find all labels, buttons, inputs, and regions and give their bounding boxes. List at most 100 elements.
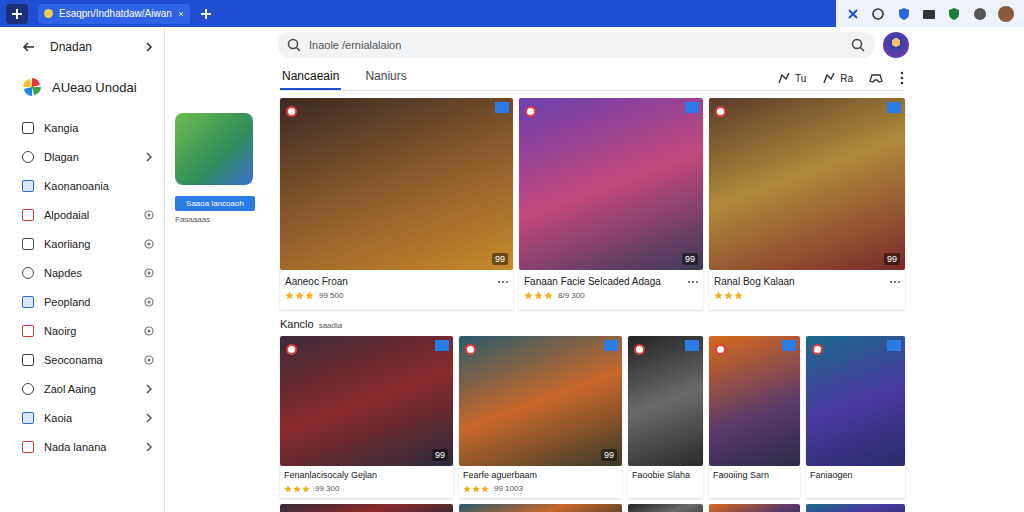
user-avatar-icon[interactable]	[883, 32, 909, 58]
star-icon	[724, 291, 733, 300]
pin-icon	[715, 344, 726, 355]
game-art: 99	[280, 98, 513, 270]
game-title: Ranal Bog Kalaan	[714, 276, 795, 287]
game-art	[709, 336, 800, 466]
plus-icon	[11, 8, 23, 20]
rating-text: 99 500	[319, 291, 343, 300]
game-title: Fanaan Facie Selcaded Adaga	[524, 276, 661, 287]
sidebar-item-label: Kangia	[44, 122, 134, 134]
controller-icon[interactable]	[869, 71, 883, 85]
star-icon	[284, 485, 292, 493]
star-icon	[293, 485, 301, 493]
game-card[interactable]: Faoobie Slaha	[628, 336, 703, 498]
account-icon[interactable]	[947, 7, 961, 21]
profile-icon[interactable]	[998, 6, 1014, 22]
browser-tab[interactable]: Esaqpn/Indhatdaw/Aiwan	[38, 4, 190, 24]
star-icon	[305, 291, 314, 300]
star-icon	[544, 291, 553, 300]
star-icon	[714, 291, 723, 300]
action-button[interactable]: Ra	[822, 71, 853, 85]
star-icon	[534, 291, 543, 300]
sidebar-item[interactable]: Nada lanana	[22, 432, 154, 461]
more-vertical-icon[interactable]	[899, 71, 905, 85]
section-subtitle: saadia	[319, 321, 343, 330]
search-icon[interactable]	[851, 38, 865, 52]
category-icon	[22, 325, 34, 337]
featured-app-image[interactable]	[175, 113, 253, 185]
menu-icon[interactable]	[973, 7, 987, 21]
shield-icon[interactable]	[897, 7, 911, 21]
sidebar-item-label: Naoirg	[44, 325, 134, 337]
featured-button[interactable]: Saaoa lancoaoh	[175, 196, 255, 211]
sidebar-item[interactable]: Seoconama	[22, 345, 154, 374]
game-art[interactable]	[280, 504, 453, 512]
tab[interactable]: Naniurs	[363, 66, 408, 90]
new-tab-icon[interactable]	[6, 4, 28, 24]
pin-icon	[634, 344, 645, 355]
chevron-right-icon	[144, 383, 154, 395]
more-icon[interactable]	[688, 281, 698, 283]
game-card[interactable]: Faooiing Sarn	[709, 336, 800, 498]
category-icon	[22, 238, 34, 250]
game-card[interactable]: Faniaogen	[806, 336, 905, 498]
search-row: Inaole /ernialalaion	[277, 32, 905, 58]
flag-icon	[782, 340, 796, 351]
sidebar-item[interactable]: Zaol Aaing	[22, 374, 154, 403]
sidebar-item[interactable]: Kaonanoania	[22, 171, 154, 200]
action-icon	[822, 71, 836, 85]
game-card[interactable]: 99 Fanaan Facie Selcaded Adaga 8/9 300	[519, 98, 703, 310]
sidebar-item[interactable]: Naoirg	[22, 316, 154, 345]
game-title: Fearfe aguerbaam	[463, 470, 618, 480]
more-icon[interactable]	[890, 281, 900, 283]
game-art[interactable]	[628, 504, 703, 512]
circle-plus-icon	[144, 210, 154, 220]
pin-icon	[812, 344, 823, 355]
chevron-right-icon	[144, 151, 154, 163]
extension-icon[interactable]	[846, 7, 860, 21]
tabs-row: Nancaeain Naniurs Tu Ra	[280, 66, 905, 91]
game-art[interactable]	[709, 504, 800, 512]
search-field[interactable]: Inaole /ernialalaion	[277, 32, 875, 58]
more-icon[interactable]	[498, 281, 508, 283]
game-art[interactable]	[459, 504, 622, 512]
sidebar-item[interactable]: Kaoriiang	[22, 229, 154, 258]
add-tab-icon[interactable]	[200, 8, 212, 20]
sidebar-item-label: Kaonanoania	[44, 180, 134, 192]
featured-caption: Fasaaaas	[175, 215, 255, 224]
back-arrow-icon[interactable]	[22, 40, 36, 54]
sync-icon[interactable]	[871, 7, 885, 21]
circle-plus-icon	[144, 239, 154, 249]
sidebar-item[interactable]: Kaoia	[22, 403, 154, 432]
pinwheel-logo-icon	[22, 77, 42, 97]
close-icon[interactable]	[178, 9, 184, 19]
game-card[interactable]: 99Fearfe aguerbaam99 1003	[459, 336, 622, 498]
sidebar-item[interactable]: Kangia	[22, 113, 154, 142]
sidebar-item[interactable]: Dlagan	[22, 142, 154, 171]
action-button[interactable]: Tu	[777, 71, 806, 85]
category-icon	[22, 412, 34, 424]
game-card[interactable]: 99 Ranal Bog Kalaan	[709, 98, 905, 310]
category-icon	[22, 441, 34, 453]
app-logo[interactable]: AUeao Unodai	[22, 77, 154, 97]
action-label: Ra	[840, 73, 853, 84]
category-icon	[22, 383, 34, 395]
star-icon	[285, 291, 294, 300]
game-card[interactable]: 99Fenanlacisocaly Gejlan99 300	[280, 336, 453, 498]
sidebar-title: Dnadan	[50, 40, 130, 54]
game-title: Faoobie Slaha	[632, 470, 699, 480]
search-icon	[287, 38, 301, 52]
sidebar-item-label: Nada lanana	[44, 441, 134, 453]
chevron-right-icon[interactable]	[144, 41, 154, 53]
search-placeholder: Inaole /ernialalaion	[309, 39, 401, 51]
sidebar-item[interactable]: Napdes	[22, 258, 154, 287]
folder-icon[interactable]	[922, 7, 936, 21]
game-art[interactable]	[806, 504, 905, 512]
game-art: 99	[519, 98, 703, 270]
app-name: AUeao Unodai	[52, 80, 137, 95]
tab[interactable]: Nancaeain	[280, 66, 341, 90]
game-card[interactable]: 99Aaneoc Froan99 500	[280, 98, 513, 310]
game-art: 99	[709, 98, 905, 270]
rating-text: 8/9 300	[558, 291, 585, 300]
sidebar-item[interactable]: Peopland	[22, 287, 154, 316]
sidebar-item[interactable]: Alpodaial	[22, 200, 154, 229]
